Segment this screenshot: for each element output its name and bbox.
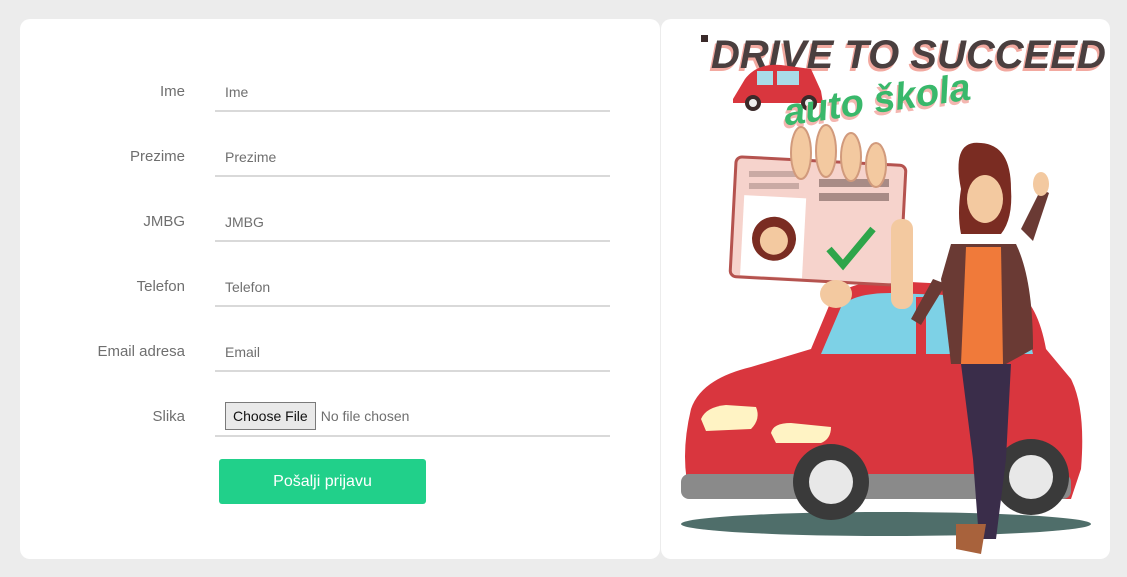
jmbg-label: JMBG [143,213,185,230]
email-underline [215,370,610,372]
first-name-row: Ime [20,80,660,148]
email-row: Email adresa [20,340,660,408]
first-name-label: Ime [159,83,185,100]
illustration-svg: DRIVE TO SUCCEED DRIVE TO SUCCEED auto š… [681,33,1106,554]
application-form: Ime Prezime JMBG Telefon Email adresa Sl… [20,19,660,559]
last-name-row: Prezime [20,145,660,213]
file-status-text: No file chosen [320,408,410,424]
driving-school-illustration: DRIVE TO SUCCEED DRIVE TO SUCCEED auto š… [661,19,1110,559]
phone-label: Telefon [136,278,185,295]
last-name-underline [215,175,610,177]
last-name-label: Prezime [129,148,185,165]
ground-shadow [681,512,1091,536]
first-name-underline [215,110,610,112]
email-input[interactable] [215,340,610,364]
submit-application-button[interactable]: Pošalji prijavu [219,459,426,504]
file-picker: Choose File No file chosen [225,402,409,430]
jmbg-underline [215,240,610,242]
phone-input[interactable] [215,275,610,299]
jmbg-row: JMBG [20,210,660,278]
choose-file-button[interactable]: Choose File [225,402,316,430]
jmbg-input[interactable] [215,210,610,234]
first-name-input[interactable] [215,80,610,104]
email-label: Email adresa [97,343,185,360]
photo-underline [215,435,610,437]
phone-row: Telefon [20,275,660,343]
decor-square [701,35,708,42]
last-name-input[interactable] [215,145,610,169]
photo-label: Slika [152,408,185,425]
phone-underline [215,305,610,307]
